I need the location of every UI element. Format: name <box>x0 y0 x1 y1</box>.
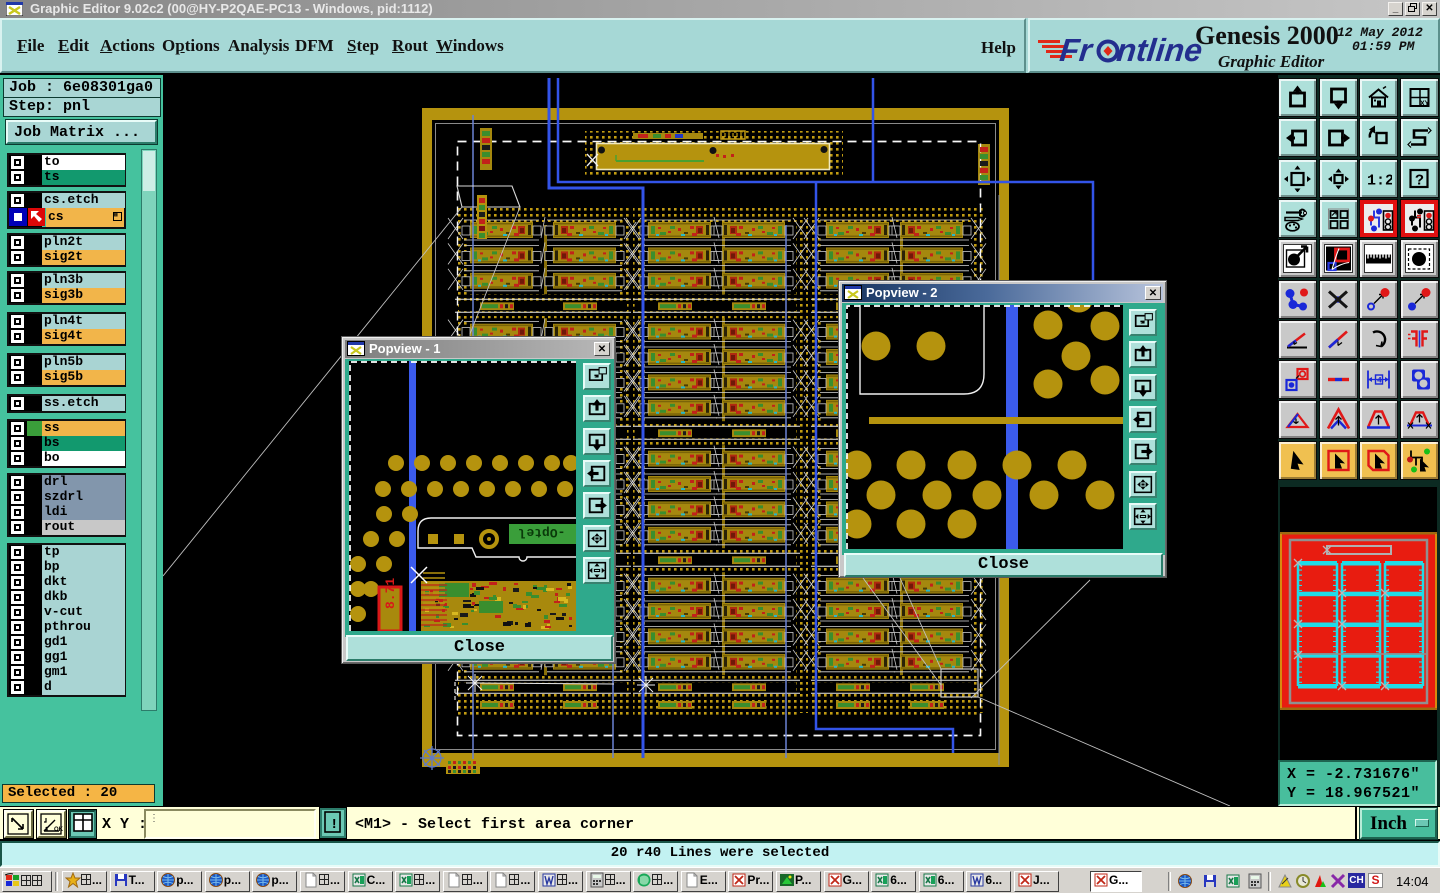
svg-text:XY: XY <box>1420 101 1430 108</box>
svg-text:OK: OK <box>54 827 64 833</box>
svg-text:1:2: 1:2 <box>1367 172 1392 189</box>
svg-text:!: ! <box>330 817 338 833</box>
svg-text:?: ? <box>1415 172 1424 189</box>
svg-text:8.71: 8.71 <box>383 578 398 609</box>
svg-text:Fr: Fr <box>1058 32 1095 68</box>
svg-text:ntline: ntline <box>1115 32 1203 68</box>
svg-text:-Optel: -Optel <box>518 525 565 540</box>
svg-text:4: 4 <box>1377 377 1382 386</box>
